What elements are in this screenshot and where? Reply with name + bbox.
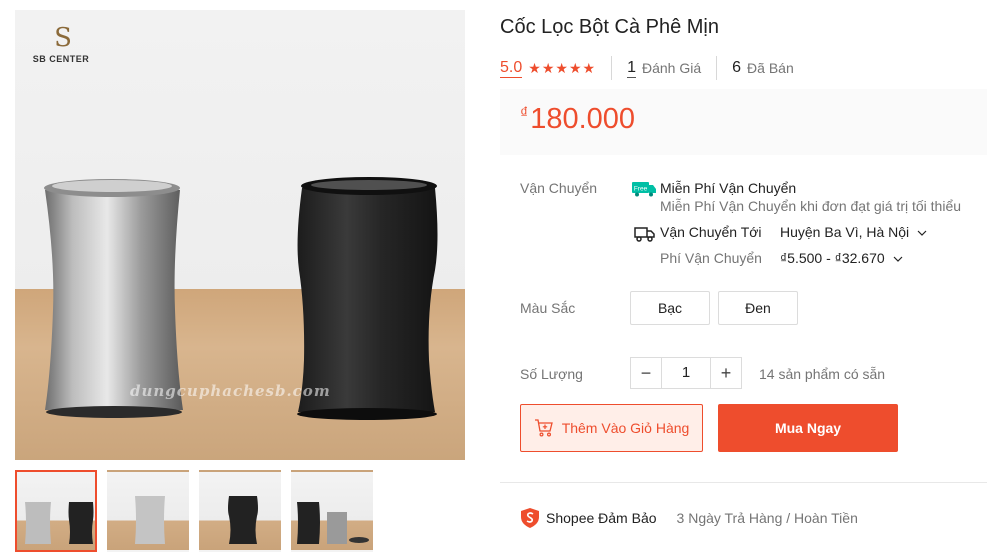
sold-label: Đã Bán [747, 60, 794, 76]
guarantee-title: Shopee Đảm Bảo [546, 510, 657, 526]
divider [716, 56, 718, 80]
star-icon: ★ [541, 60, 555, 76]
star-rating: ★ ★ ★ ★ ★ [528, 60, 596, 76]
variant-option-black[interactable]: Đen [718, 291, 798, 325]
quantity-stepper: − 1 + [630, 357, 742, 389]
thumbnail-2[interactable] [107, 470, 189, 552]
quantity-input[interactable]: 1 [661, 358, 711, 388]
divider [611, 56, 613, 80]
color-label: Màu Sắc [520, 300, 576, 316]
shipping-fee-value: ₫5.500 - ₫32.670 [780, 250, 885, 266]
rating-score[interactable]: 5.0 [500, 59, 523, 78]
free-shipping-title: Miễn Phí Vận Chuyển [660, 180, 797, 196]
truck-icon [634, 227, 655, 242]
chevron-down-icon [893, 256, 902, 262]
price-amount: 180.000 [530, 103, 636, 135]
shield-icon [521, 508, 539, 528]
shipping-label: Vận Chuyển [520, 180, 598, 196]
cart-icon [534, 419, 553, 437]
buy-now-button[interactable]: Mua Ngay [718, 404, 898, 452]
ship-to-selector[interactable]: Huyện Ba Vì, Hà Nội [780, 224, 927, 240]
chevron-down-icon [917, 230, 927, 236]
section-divider [500, 482, 987, 483]
increase-quantity-button[interactable]: + [711, 358, 741, 388]
main-product-image[interactable]: S SB CENTER dungcuphachesb.com [15, 10, 465, 460]
quantity-label: Số Lượng [520, 366, 583, 382]
free-shipping-desc: Miễn Phí Vận Chuyển khi đơn đạt giá trị … [660, 198, 962, 214]
thumbnail-4[interactable] [291, 470, 373, 552]
thumbnail-3[interactable] [199, 470, 281, 552]
shipping-fee-selector[interactable]: ₫5.500 - ₫32.670 [780, 250, 903, 266]
ship-to-value: Huyện Ba Vì, Hà Nội [780, 224, 910, 240]
decrease-quantity-button[interactable]: − [631, 358, 661, 388]
review-label: Đánh Giá [641, 60, 702, 76]
price-box: ₫180.000 [500, 89, 987, 155]
star-icon: ★ [568, 60, 582, 76]
rating-row: 5.0 ★ ★ ★ ★ ★ 1 Đánh Giá 6 Đã Bán [500, 56, 794, 80]
shopee-guarantee[interactable]: Shopee Đảm Bảo 3 Ngày Trả Hàng / Hoàn Ti… [520, 507, 858, 529]
currency-symbol: ₫ [520, 105, 529, 122]
stock-available: 14 sản phẩm có sẵn [759, 366, 886, 382]
star-icon: ★ [528, 60, 541, 76]
star-icon: ★ [555, 60, 568, 76]
guarantee-desc: 3 Ngày Trả Hàng / Hoàn Tiền [676, 510, 858, 526]
add-to-cart-button[interactable]: Thêm Vào Giỏ Hàng [520, 404, 703, 452]
watermark-text: dungcuphachesb.com [130, 382, 331, 400]
shipping-fee-label: Phí Vận Chuyển [660, 250, 762, 266]
free-badge-text: Free [634, 186, 648, 193]
ship-to-label: Vận Chuyển Tới [660, 224, 762, 240]
product-price: ₫180.000 [520, 103, 635, 136]
review-count[interactable]: 1 [627, 59, 636, 78]
star-icon: ★ [582, 60, 596, 76]
add-to-cart-label: Thêm Vào Giỏ Hàng [561, 420, 690, 436]
thumbnail-1[interactable] [15, 470, 97, 552]
free-shipping-icon: Free [632, 182, 656, 197]
product-title: Cốc Lọc Bột Cà Phê Mịn [500, 16, 719, 38]
sold-count: 6 [732, 59, 742, 76]
variant-option-silver[interactable]: Bạc [630, 291, 710, 325]
